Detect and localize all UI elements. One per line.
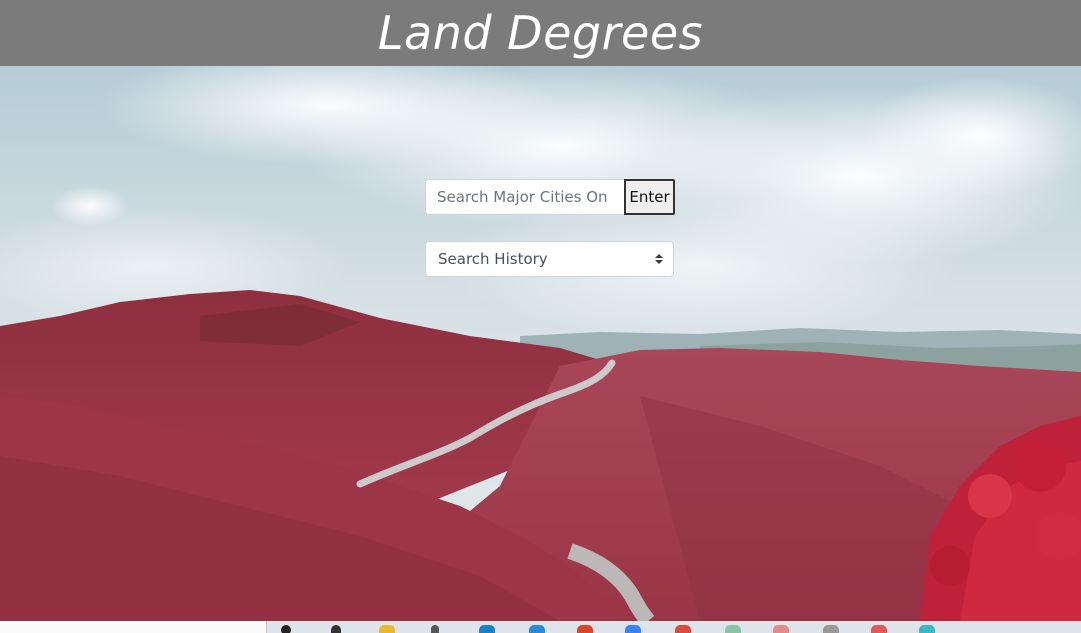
- enter-button[interactable]: Enter: [624, 179, 675, 215]
- header-bar: Land Degrees: [0, 0, 1081, 66]
- office-icon[interactable]: [577, 625, 593, 633]
- search-history-select[interactable]: Search History: [425, 241, 674, 277]
- taskbar-icon-strip: [266, 621, 1081, 633]
- select-arrows-icon: [655, 254, 663, 264]
- taskbar: [0, 621, 1081, 633]
- app-icon[interactable]: [871, 625, 887, 633]
- vscode-icon[interactable]: [529, 625, 545, 633]
- slack-icon[interactable]: [725, 625, 741, 633]
- taskbar-blank-area: [0, 621, 266, 633]
- page-title: Land Degrees: [377, 6, 704, 60]
- city-search-form: Enter: [425, 179, 675, 215]
- search-icon[interactable]: [281, 625, 291, 633]
- page: Land Degrees Search Major Cities On Ente…: [0, 0, 1081, 633]
- background-landscape-image: [0, 66, 1081, 621]
- chrome-icon[interactable]: [675, 625, 691, 633]
- app-icon[interactable]: [919, 625, 935, 633]
- pin-icon[interactable]: [431, 625, 439, 633]
- file-explorer-icon[interactable]: [379, 625, 395, 633]
- feather-icon[interactable]: [773, 625, 789, 633]
- app-icon[interactable]: [823, 625, 839, 633]
- search-history-selected-value: Search History: [438, 250, 548, 268]
- edge-icon[interactable]: [479, 625, 495, 633]
- city-search-input[interactable]: [425, 179, 624, 215]
- task-view-icon[interactable]: [331, 625, 341, 633]
- mail-icon[interactable]: [625, 625, 641, 633]
